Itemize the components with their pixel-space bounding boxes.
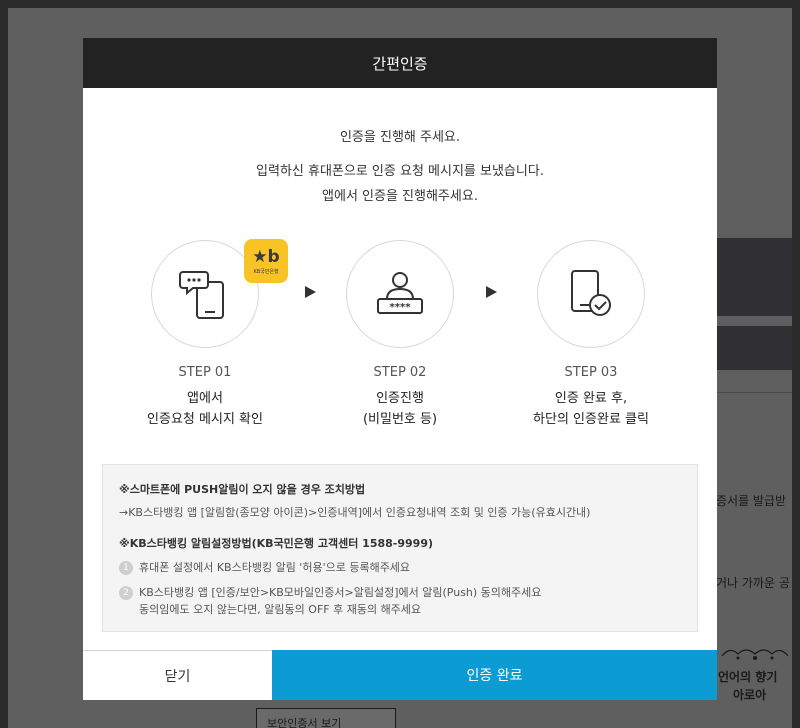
intro-line: 앱에서 인증을 진행해주세요. <box>322 189 478 204</box>
notice-title: ※KB스타뱅킹 알림설정방법(KB국민은행 고객센터 1588-9999) <box>119 537 434 550</box>
phone-check-icon <box>571 270 611 316</box>
background-text: 거나 가까운 공 <box>716 576 790 590</box>
step-desc-line: 인증 완료 후, <box>554 391 628 406</box>
chat-phone-icon <box>179 271 224 319</box>
step-icon-circle: **** <box>346 240 454 348</box>
modal-header: 간편인증 <box>83 38 717 88</box>
background-tab-bar <box>716 326 792 370</box>
auth-complete-button[interactable]: 인증 완료 <box>272 650 717 700</box>
step-label: STEP 03 <box>564 365 618 380</box>
notice-item: 2 KB스타뱅킹 앱 [인증/보안>KB모바일인증서>알림설정]에서 알림(Pu… <box>119 584 681 618</box>
step-desc-line: (비밀번호 등) <box>362 412 438 427</box>
background-divider <box>716 392 792 393</box>
step-icon-circle <box>537 240 645 348</box>
background-text: 증서를 발급받 <box>716 494 787 508</box>
intro-line: 입력하신 휴대폰으로 인증 요청 메시지를 보냈습니다. <box>256 164 544 179</box>
step-description: 앱에서 인증요청 메시지 확인 <box>115 388 295 430</box>
intro-text: 인증을 진행해 주세요. 입력하신 휴대폰으로 인증 요청 메시지를 보냈습니다… <box>83 126 717 204</box>
step-description: 인증 완료 후, 하단의 인증완료 클릭 <box>501 388 681 430</box>
push-help-notice: ※스마트폰에 PUSH알림이 오지 않을 경우 조치방법 →KB스타뱅킹 앱 [… <box>102 464 698 632</box>
user-password-icon: **** <box>377 272 423 314</box>
step-desc-line: 인증요청 메시지 확인 <box>147 412 263 427</box>
step-label: STEP 01 <box>178 365 232 380</box>
step-description: 인증진행 (비밀번호 등) <box>310 388 490 430</box>
step-desc-line: 앱에서 <box>187 391 223 406</box>
notice-item: 1 휴대폰 설정에서 KB스타뱅킹 알림 '허용'으로 등록해주세요 <box>119 559 681 576</box>
notice-item-line: KB스타뱅킹 앱 [인증/보안>KB모바일인증서>알림설정]에서 알림(Push… <box>139 586 542 599</box>
simple-auth-modal: 간편인증 인증을 진행해 주세요. 입력하신 휴대폰으로 인증 요청 메시지를 … <box>83 38 717 700</box>
notice-item-text: 휴대폰 설정에서 KB스타뱅킹 알림 '허용'으로 등록해주세요 <box>139 561 411 574</box>
step-2: **** STEP 02 인증진행 (비밀번호 등) <box>310 240 490 430</box>
item-number: 1 <box>119 561 133 575</box>
kb-logo-name: KB국민은행 <box>253 268 279 275</box>
close-button[interactable]: 닫기 <box>83 650 272 700</box>
step-3: STEP 03 인증 완료 후, 하단의 인증완료 클릭 <box>501 240 681 430</box>
modal-title: 간편인증 <box>372 54 428 73</box>
item-number: 2 <box>119 586 133 600</box>
background-banner <box>716 238 792 316</box>
step-label: STEP 02 <box>373 365 427 380</box>
kb-logo-mark: ★b <box>252 246 280 267</box>
step-1: ★b KB국민은행 STEP 01 앱에서 인증요청 메시지 확인 <box>115 239 295 430</box>
step-icon-circle: ★b KB국민은행 <box>151 239 288 348</box>
intro-line: 인증을 진행해 주세요. <box>339 130 461 145</box>
svg-text:****: **** <box>390 302 412 313</box>
step-desc-line: 하단의 인증완료 클릭 <box>533 412 649 427</box>
modal-footer: 닫기 인증 완료 <box>83 650 717 700</box>
background-button[interactable]: 보안인증서 보기 <box>256 708 396 728</box>
notice-text: →KB스타뱅킹 앱 [알림함(종모양 아이콘)>인증내역]에서 인증요청내역 조… <box>119 506 591 519</box>
auth-steps: ★b KB국민은행 STEP 01 앱에서 인증요청 메시지 확인 **** S… <box>83 239 717 440</box>
kb-bank-logo: ★b KB국민은행 <box>244 239 288 283</box>
notice-item-text: KB스타뱅킹 앱 [인증/보안>KB모바일인증서>알림설정]에서 알림(Push… <box>139 584 541 618</box>
notice-title: ※스마트폰에 PUSH알림이 오지 않을 경우 조치방법 <box>119 483 366 496</box>
brand-name: 언어의 향기 <box>718 670 778 684</box>
ornament-icon <box>721 649 789 660</box>
notice-item-line: 동의임에도 오지 않는다면, 알림동의 OFF 후 재동의 해주세요 <box>139 603 422 616</box>
arrow-right-icon <box>486 286 497 298</box>
brand-name: 아로아 <box>733 688 767 702</box>
step-desc-line: 인증진행 <box>376 391 424 406</box>
